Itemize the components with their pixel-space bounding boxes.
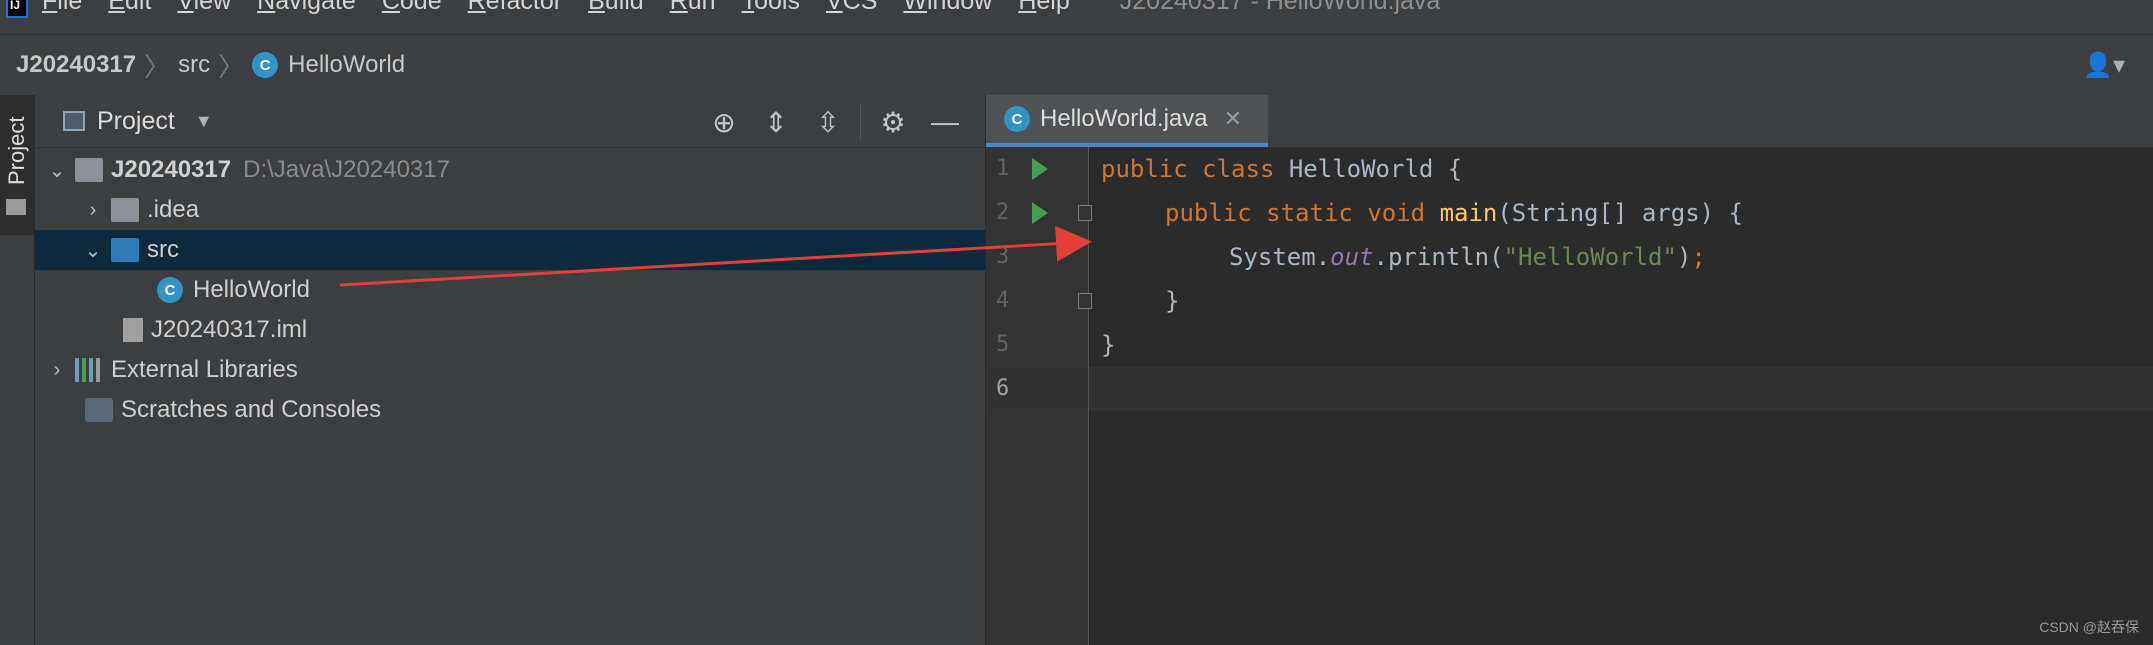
- user-account-icon[interactable]: 👤▾: [2083, 51, 2125, 80]
- expand-all-icon[interactable]: ⇕: [750, 106, 802, 139]
- tab-helloworld-java[interactable]: C HelloWorld.java ✕: [986, 95, 1268, 147]
- java-class-icon: C: [252, 52, 279, 78]
- gutter-line-2: 2: [986, 191, 1092, 235]
- menu-build[interactable]: Build: [588, 0, 644, 14]
- breadcrumb-separator-icon: 〉: [218, 51, 245, 82]
- menu-code[interactable]: Code: [382, 0, 442, 14]
- left-tool-strip: Project: [0, 95, 35, 645]
- menu-window[interactable]: Window: [903, 0, 992, 14]
- code-area[interactable]: public class HelloWorld { public static …: [1089, 147, 2153, 645]
- menu-view[interactable]: View: [177, 0, 231, 14]
- menu-refactor[interactable]: Refactor: [468, 0, 563, 14]
- line-number: 3: [996, 244, 1010, 269]
- java-class-icon: C: [157, 277, 183, 303]
- java-class-icon: C: [1004, 106, 1030, 132]
- project-panel-toolbar: ⊕ ⇕ ⇳ ⚙ —: [698, 104, 971, 140]
- gutter-line-6: 6: [986, 367, 1088, 411]
- tree-item-label: .idea: [147, 196, 200, 223]
- project-tool-tab[interactable]: Project: [0, 95, 34, 235]
- gutter-line-5: 5: [986, 323, 1088, 367]
- project-view-icon: [63, 111, 85, 131]
- toolbar-divider: [860, 104, 861, 140]
- gutter-line-1: 1: [986, 147, 1088, 191]
- scratches-icon: [85, 398, 113, 422]
- code-line-2: public static void main(String[] args) {: [1165, 199, 1743, 227]
- tree-item-external-libraries[interactable]: › External Libraries: [35, 350, 985, 390]
- tree-item-helloworld[interactable]: C HelloWorld: [35, 270, 985, 310]
- project-panel-header: Project ▼ ⊕ ⇕ ⇳ ⚙ —: [35, 95, 985, 148]
- menu-help[interactable]: Help: [1018, 0, 1069, 14]
- code-line-5: }: [1101, 331, 1116, 359]
- gear-icon[interactable]: ⚙: [867, 106, 919, 139]
- chevron-down-icon[interactable]: ⌄: [39, 158, 75, 183]
- collapse-all-icon[interactable]: ⇳: [802, 106, 854, 139]
- tree-item-label: External Libraries: [111, 356, 298, 383]
- code-line-3: System.out.println("HelloWorld");: [1229, 243, 1706, 271]
- chevron-right-icon[interactable]: ›: [75, 199, 111, 222]
- line-number: 2: [996, 200, 1010, 225]
- project-tool-label: Project: [4, 116, 29, 185]
- window-title: J20240317 - HelloWorld.java: [1119, 0, 1441, 15]
- breadcrumb-src[interactable]: src: [178, 51, 210, 79]
- navigation-bar: J20240317 〉 src 〉 C HelloWorld 👤▾: [0, 34, 2153, 96]
- tree-item-path: D:\Java\J20240317: [243, 156, 450, 183]
- menu-bar: IJ File Edit View Navigate Code Refactor…: [0, 0, 2153, 34]
- tree-item-label: J20240317: [111, 156, 232, 183]
- menu-run[interactable]: Run: [670, 0, 716, 14]
- tree-item-label: J20240317.iml: [151, 316, 308, 343]
- breadcrumb-project[interactable]: J20240317: [16, 51, 136, 79]
- menu-vcs[interactable]: VCS: [826, 0, 877, 14]
- project-panel-title[interactable]: Project: [97, 107, 175, 136]
- tab-label: HelloWorld.java: [1040, 105, 1208, 132]
- watermark: CSDN @赵吞保: [2039, 619, 2139, 635]
- module-file-icon: [123, 318, 143, 342]
- line-number: 1: [996, 156, 1010, 181]
- breadcrumb-separator-icon: 〉: [144, 51, 171, 82]
- tree-item-project-root[interactable]: ⌄ J20240317 D:\Java\J20240317: [35, 150, 985, 190]
- library-icon: [75, 358, 103, 382]
- code-line-6-current: [1089, 367, 2153, 411]
- menu-navigate[interactable]: Navigate: [257, 0, 356, 14]
- chevron-down-icon[interactable]: ⌄: [75, 238, 111, 263]
- hide-panel-icon[interactable]: —: [919, 106, 971, 138]
- code-line-1: public class HelloWorld {: [1101, 155, 1463, 183]
- source-folder-icon: [111, 238, 139, 262]
- intellij-logo-icon: IJ: [6, 0, 28, 18]
- line-number: 4: [996, 288, 1010, 313]
- tree-item-label: src: [147, 236, 179, 263]
- tree-item-label: Scratches and Consoles: [121, 396, 382, 423]
- tree-item-label: HelloWorld: [193, 276, 310, 303]
- tree-item-scratches[interactable]: Scratches and Consoles: [35, 390, 985, 430]
- run-icon[interactable]: [1032, 202, 1048, 224]
- editor-gutter: 1 2 3 4 5 6: [986, 147, 1092, 645]
- folder-icon: [111, 198, 139, 222]
- menu-file[interactable]: File: [42, 0, 82, 14]
- tree-item-src[interactable]: ⌄ src: [35, 230, 985, 270]
- run-icon[interactable]: [1032, 158, 1048, 180]
- close-icon[interactable]: ✕: [1224, 106, 1242, 132]
- code-line-4: }: [1165, 287, 1180, 315]
- project-panel: Project ▼ ⊕ ⇕ ⇳ ⚙ — ⌄ J20240317 D:\Java\…: [35, 95, 985, 645]
- menu-edit[interactable]: Edit: [108, 0, 151, 14]
- menu-tools[interactable]: Tools: [742, 0, 800, 14]
- locate-file-icon[interactable]: ⊕: [698, 106, 750, 139]
- folder-icon: [6, 199, 26, 215]
- tree-item-iml[interactable]: J20240317.iml: [35, 310, 985, 350]
- gutter-line-3: 3: [986, 235, 1088, 279]
- gutter-line-4: 4: [986, 279, 1092, 323]
- chevron-right-icon[interactable]: ›: [39, 359, 75, 382]
- editor-tab-bar: C HelloWorld.java ✕: [986, 95, 2153, 148]
- line-number: 6: [996, 376, 1010, 401]
- breadcrumb-file[interactable]: HelloWorld: [288, 51, 405, 79]
- chevron-down-icon[interactable]: ▼: [195, 111, 213, 132]
- line-number: 5: [996, 332, 1010, 357]
- code-editor: C HelloWorld.java ✕ 1 2 3 4 5 6 public c…: [986, 95, 2153, 645]
- module-folder-icon: [75, 158, 103, 182]
- tree-item-idea[interactable]: › .idea: [35, 190, 985, 230]
